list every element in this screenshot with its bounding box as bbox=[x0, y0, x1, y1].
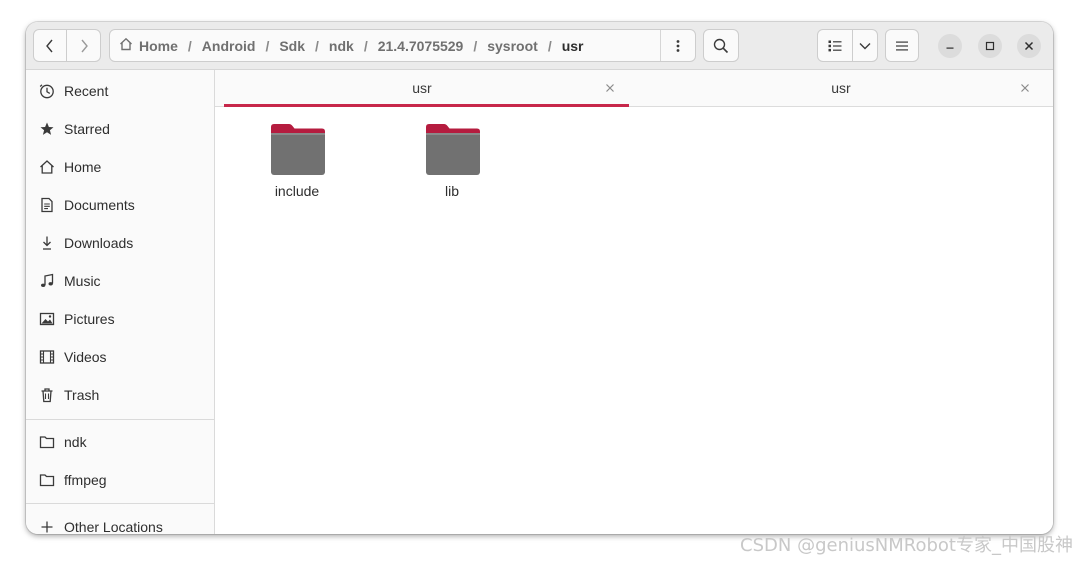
search-button[interactable] bbox=[703, 29, 739, 62]
breadcrumb-usr[interactable]: usr bbox=[562, 38, 584, 54]
main-menu-button[interactable] bbox=[885, 29, 919, 62]
sidebar-item-starred[interactable]: Starred bbox=[26, 111, 214, 147]
home-icon bbox=[119, 37, 133, 54]
sidebar-divider bbox=[26, 503, 214, 504]
sidebar-item-pictures[interactable]: Pictures bbox=[26, 301, 214, 337]
tab-bar: usr usr bbox=[215, 70, 1053, 107]
sidebar-item-home[interactable]: Home bbox=[26, 149, 214, 185]
tab-usr-active[interactable]: usr bbox=[215, 70, 629, 107]
star-icon bbox=[40, 122, 54, 135]
header-bar: Home / Android / Sdk / ndk / 21.4.707552… bbox=[26, 22, 1053, 70]
navigation-buttons bbox=[33, 29, 102, 62]
picture-icon bbox=[39, 312, 55, 326]
music-note-icon bbox=[41, 273, 54, 287]
path-bar: Home / Android / Sdk / ndk / 21.4.707552… bbox=[109, 29, 696, 62]
chevron-right-icon bbox=[80, 39, 88, 52]
home-icon bbox=[40, 160, 54, 174]
breadcrumb-version[interactable]: 21.4.7075529 bbox=[378, 38, 464, 54]
film-icon bbox=[39, 350, 55, 364]
sidebar-item-label: Starred bbox=[64, 121, 110, 137]
maximize-button[interactable] bbox=[978, 34, 1002, 58]
folder-item-include[interactable]: include bbox=[242, 117, 352, 207]
sidebar-item-label: Recent bbox=[64, 83, 109, 99]
sidebar-item-label: Videos bbox=[64, 349, 107, 365]
plus-icon bbox=[41, 521, 53, 533]
hamburger-menu-icon bbox=[896, 41, 908, 50]
breadcrumb-android[interactable]: Android bbox=[202, 38, 256, 54]
sidebar-item-label: Documents bbox=[64, 197, 135, 213]
list-view-icon bbox=[828, 40, 842, 51]
sidebar-item-other-locations[interactable]: Other Locations bbox=[26, 509, 214, 534]
breadcrumb-ndk[interactable]: ndk bbox=[329, 38, 354, 54]
breadcrumb-sdk[interactable]: Sdk bbox=[279, 38, 305, 54]
tab-label: usr bbox=[831, 80, 851, 96]
sidebar-item-trash[interactable]: Trash bbox=[26, 377, 214, 413]
sidebar-item-downloads[interactable]: Downloads bbox=[26, 225, 214, 261]
sidebar-item-ndk[interactable]: ndk bbox=[26, 424, 214, 460]
tab-label: usr bbox=[412, 80, 432, 96]
forward-button[interactable] bbox=[67, 29, 101, 62]
trash-icon bbox=[41, 388, 53, 403]
list-view-button[interactable] bbox=[817, 29, 853, 62]
sidebar-item-ffmpeg[interactable]: ffmpeg bbox=[26, 462, 214, 498]
file-name: include bbox=[274, 183, 320, 199]
sidebar-item-videos[interactable]: Videos bbox=[26, 339, 214, 375]
search-icon bbox=[713, 38, 729, 53]
minimize-icon bbox=[946, 47, 954, 49]
sidebar-item-label: Trash bbox=[64, 387, 100, 403]
sidebar-item-label: Pictures bbox=[64, 311, 115, 327]
view-options-button[interactable] bbox=[852, 29, 878, 62]
sidebar-divider bbox=[26, 419, 214, 420]
sidebar-item-label: ffmpeg bbox=[64, 472, 107, 488]
file-manager-window: Home / Android / Sdk / ndk / 21.4.707552… bbox=[26, 22, 1053, 534]
sidebar-item-label: Home bbox=[64, 159, 102, 175]
chevron-left-icon bbox=[46, 39, 53, 52]
document-icon bbox=[41, 197, 53, 213]
folder-item-lib[interactable]: lib bbox=[397, 117, 507, 207]
breadcrumb-home[interactable]: Home bbox=[139, 38, 178, 54]
chevron-down-icon bbox=[859, 42, 871, 49]
minimize-button[interactable] bbox=[938, 34, 962, 58]
sidebar-item-label: Other Locations bbox=[64, 519, 163, 534]
folder-icon bbox=[39, 474, 55, 487]
vertical-dots-icon bbox=[676, 39, 680, 52]
download-icon bbox=[43, 236, 51, 250]
folder-icon bbox=[271, 124, 325, 175]
sidebar-item-label: Music bbox=[64, 273, 101, 289]
close-icon[interactable] bbox=[604, 82, 616, 94]
close-icon bbox=[1024, 41, 1034, 51]
sidebar-item-label: ndk bbox=[64, 434, 87, 450]
maximize-icon bbox=[985, 41, 995, 51]
sidebar-item-label: Downloads bbox=[64, 235, 134, 251]
back-button[interactable] bbox=[33, 29, 67, 62]
close-icon[interactable] bbox=[1019, 82, 1031, 94]
folder-icon bbox=[426, 124, 480, 175]
sidebar-item-documents[interactable]: Documents bbox=[26, 187, 214, 223]
sidebar: Recent Starred Home Documents Downloads … bbox=[26, 70, 215, 534]
watermark: CSDN @geniusNMRobot专家_中国股神 bbox=[740, 535, 1073, 556]
sidebar-item-music[interactable]: Music bbox=[26, 263, 214, 299]
file-name: lib bbox=[444, 183, 459, 199]
close-button[interactable] bbox=[1017, 34, 1041, 58]
file-view: include lib bbox=[215, 107, 1053, 534]
folder-icon bbox=[39, 436, 55, 449]
path-menu-button[interactable] bbox=[660, 30, 695, 61]
clock-icon bbox=[39, 84, 54, 99]
tab-usr[interactable]: usr bbox=[629, 70, 1053, 106]
breadcrumb-sysroot[interactable]: sysroot bbox=[487, 38, 538, 54]
sidebar-item-recent[interactable]: Recent bbox=[26, 73, 214, 109]
